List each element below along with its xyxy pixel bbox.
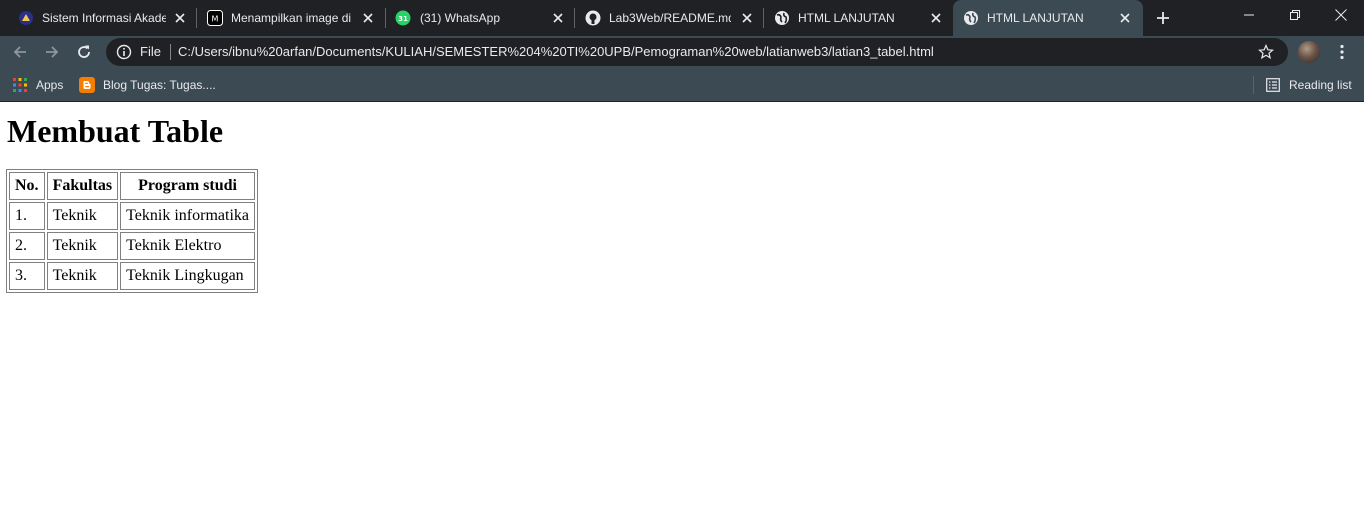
table-header-cell: Program studi bbox=[120, 172, 255, 200]
table-cell: 3. bbox=[9, 262, 45, 290]
tab-title: Menampilkan image di bbox=[231, 11, 352, 25]
table-row: 3. Teknik Teknik Lingkugan bbox=[9, 262, 255, 290]
close-icon[interactable] bbox=[172, 10, 188, 26]
bookmarks-bar: Apps Blog Tugas: Tugas.... Reading list bbox=[0, 68, 1364, 102]
tab-menampilkan-image[interactable]: M Menampilkan image di bbox=[197, 0, 385, 36]
minimize-icon[interactable] bbox=[1226, 0, 1272, 30]
bookmarks-separator bbox=[1253, 76, 1254, 94]
address-bar[interactable]: File C:/Users/ibnu%20arfan/Documents/KUL… bbox=[106, 38, 1288, 66]
table-header-cell: No. bbox=[9, 172, 45, 200]
tab-title: HTML LANJUTAN bbox=[798, 11, 895, 25]
table-header-cell: Fakultas bbox=[46, 172, 119, 200]
profile-avatar[interactable] bbox=[1298, 41, 1320, 63]
table-cell: Teknik Elektro bbox=[120, 232, 255, 260]
blogger-icon bbox=[79, 77, 95, 93]
table-row: 1. Teknik Teknik informatika bbox=[9, 202, 255, 230]
page-content: Membuat Table No. Fakultas Program studi… bbox=[0, 103, 1364, 513]
program-table: No. Fakultas Program studi 1. Teknik Tek… bbox=[6, 169, 258, 293]
back-arrow-icon[interactable] bbox=[8, 40, 32, 64]
table-cell: Teknik bbox=[46, 202, 119, 230]
reading-list-icon bbox=[1265, 77, 1281, 93]
bookmark-label: Blog Tugas: Tugas.... bbox=[103, 78, 216, 92]
table-header-row: No. Fakultas Program studi bbox=[9, 172, 255, 200]
apps-grid-icon bbox=[12, 77, 28, 93]
close-icon[interactable] bbox=[550, 10, 566, 26]
table-cell: Teknik bbox=[46, 232, 119, 260]
url-text[interactable]: C:/Users/ibnu%20arfan/Documents/KULIAH/S… bbox=[178, 38, 934, 66]
close-icon[interactable] bbox=[1117, 10, 1133, 26]
github-icon bbox=[585, 10, 601, 26]
close-icon[interactable] bbox=[360, 10, 376, 26]
svg-text:31: 31 bbox=[398, 15, 408, 23]
restore-icon[interactable] bbox=[1272, 0, 1318, 30]
window-close-icon[interactable] bbox=[1318, 0, 1364, 30]
tab-title: HTML LANJUTAN bbox=[987, 11, 1084, 25]
tab-html-lanjutan[interactable]: HTML LANJUTAN bbox=[764, 0, 952, 36]
globe-icon bbox=[774, 10, 790, 26]
page-heading: Membuat Table bbox=[7, 113, 224, 149]
table-row: 2. Teknik Teknik Elektro bbox=[9, 232, 255, 260]
table-cell: Teknik bbox=[46, 262, 119, 290]
bookmark-label: Apps bbox=[36, 78, 64, 92]
tab-github-readme[interactable]: Lab3Web/README.md bbox=[575, 0, 763, 36]
toolbar: File C:/Users/ibnu%20arfan/Documents/KUL… bbox=[0, 36, 1364, 68]
close-icon[interactable] bbox=[739, 10, 755, 26]
reload-icon[interactable] bbox=[72, 40, 96, 64]
tab-html-lanjutan-active[interactable]: HTML LANJUTAN bbox=[953, 0, 1143, 36]
reading-list-label: Reading list bbox=[1289, 78, 1352, 92]
tab-title: (31) WhatsApp bbox=[420, 11, 501, 25]
scheme-label: File bbox=[140, 44, 161, 59]
university-logo-icon bbox=[18, 10, 34, 26]
tab-whatsapp[interactable]: 31 (31) WhatsApp bbox=[386, 0, 574, 36]
tab-sistem-informasi[interactable]: Sistem Informasi Akade bbox=[0, 0, 196, 36]
tab-title: Sistem Informasi Akade bbox=[42, 11, 166, 25]
omnibox-divider bbox=[170, 44, 171, 60]
bookmark-apps[interactable]: Apps bbox=[12, 73, 63, 97]
forward-arrow-icon[interactable] bbox=[40, 40, 64, 64]
site-logo-icon: M bbox=[207, 10, 223, 26]
tab-strip: Sistem Informasi Akade M Menampilkan ima… bbox=[0, 0, 1364, 36]
table-cell: 1. bbox=[9, 202, 45, 230]
table-cell: Teknik Lingkugan bbox=[120, 262, 255, 290]
table-cell: Teknik informatika bbox=[120, 202, 255, 230]
tab-title: Lab3Web/README.md bbox=[609, 11, 731, 25]
bookmark-blog-tugas[interactable]: Blog Tugas: Tugas.... bbox=[79, 73, 216, 97]
kebab-menu-icon[interactable] bbox=[1332, 40, 1352, 64]
new-tab-plus-icon[interactable] bbox=[1151, 6, 1175, 30]
info-icon[interactable] bbox=[116, 44, 132, 60]
table-cell: 2. bbox=[9, 232, 45, 260]
bookmark-star-icon[interactable] bbox=[1258, 44, 1274, 60]
close-icon[interactable] bbox=[928, 10, 944, 26]
svg-text:M: M bbox=[212, 15, 219, 24]
globe-icon bbox=[963, 10, 979, 26]
whatsapp-icon: 31 bbox=[395, 10, 411, 26]
reading-list-button[interactable]: Reading list bbox=[1265, 73, 1352, 97]
